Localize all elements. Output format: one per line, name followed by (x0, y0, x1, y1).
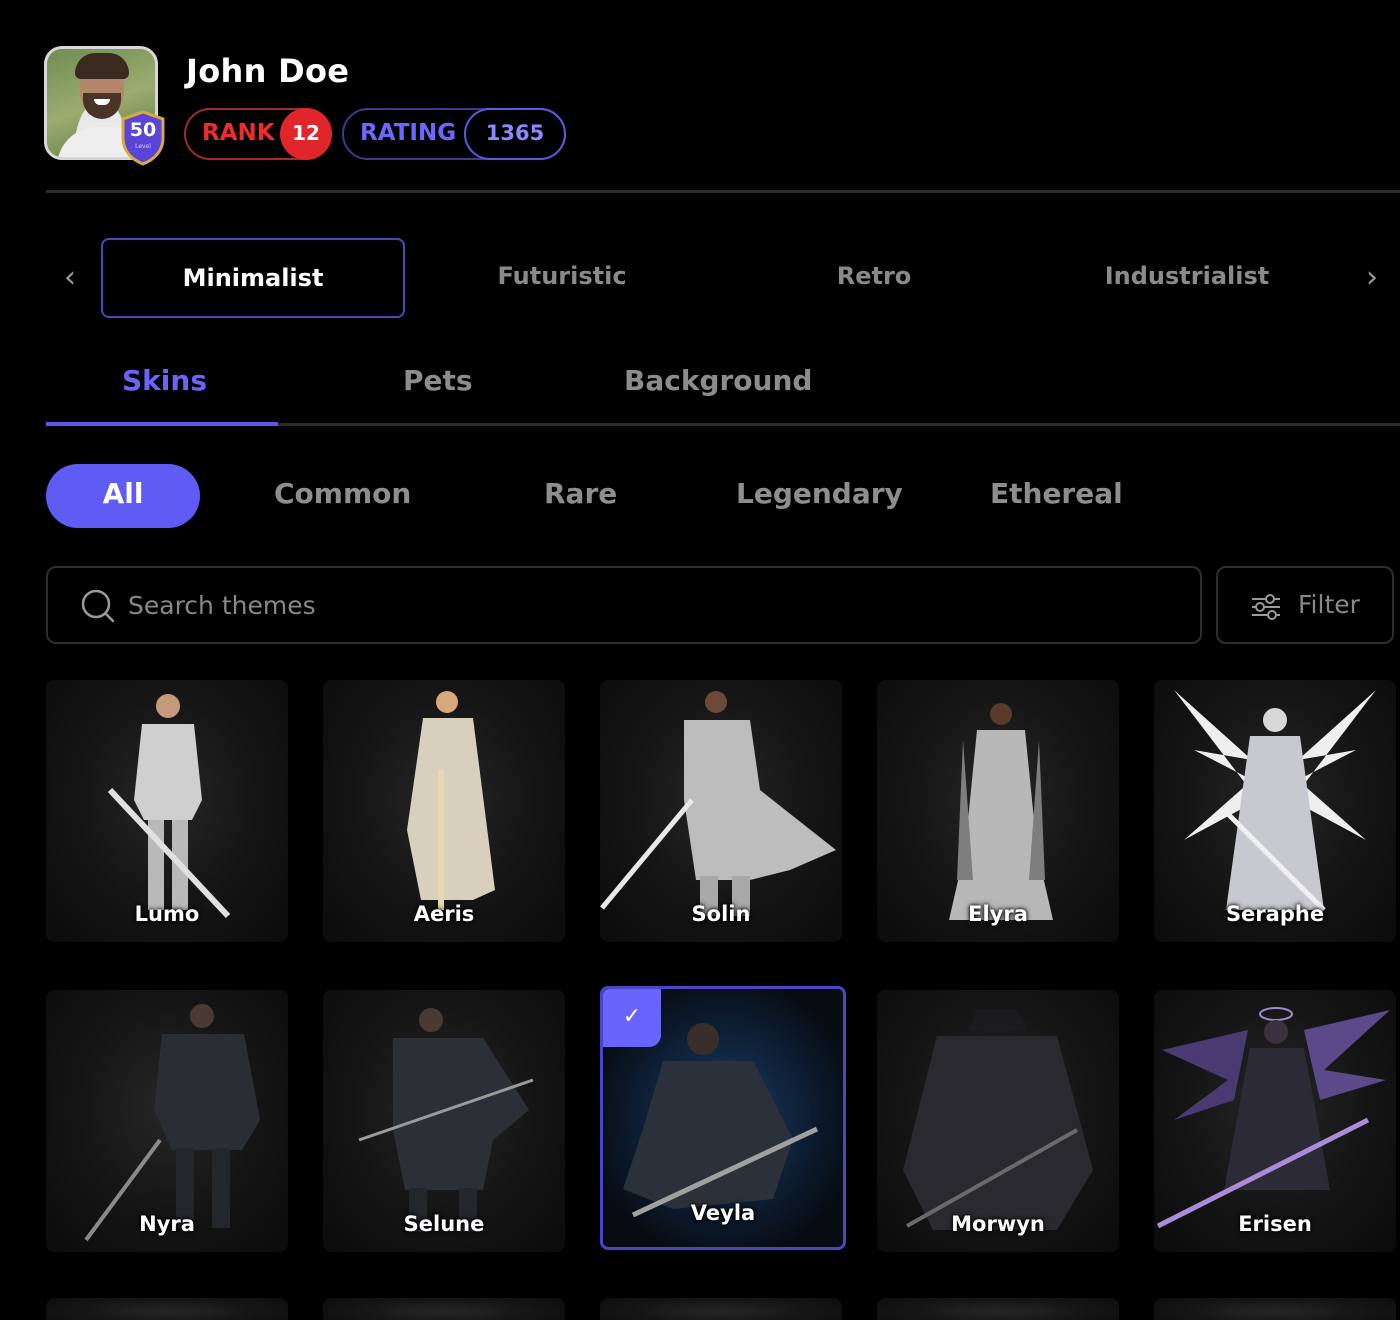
search-box (46, 566, 1202, 644)
skin-name: Solin (691, 902, 751, 926)
skin-card-partial[interactable] (323, 1298, 565, 1320)
rank-badge: RANK 12 (184, 108, 332, 160)
skin-card-veyla[interactable]: ✓ Veyla (600, 986, 846, 1250)
category-tabs: Skins Pets Background (46, 350, 1400, 430)
theme-tab-industrialist[interactable]: Industrialist (1035, 238, 1339, 318)
theme-carousel: ‹ Minimalist Futuristic Retro Industrial… (0, 238, 1400, 318)
chevron-right-icon[interactable]: › (1358, 262, 1386, 294)
skin-name: Selune (403, 1212, 485, 1236)
skin-card-solin[interactable]: Solin (600, 680, 842, 942)
chevron-left-icon[interactable]: ‹ (56, 262, 84, 294)
rank-label: RANK (202, 120, 275, 146)
skin-name: Erisen (1238, 1212, 1312, 1236)
skin-card-morwyn[interactable]: Morwyn (877, 990, 1119, 1252)
skin-name: Elyra (968, 902, 1028, 926)
skin-card-partial[interactable] (600, 1298, 842, 1320)
skin-name: Lumo (134, 902, 200, 926)
tab-pets[interactable]: Pets (403, 364, 473, 397)
rating-value: 1365 (464, 108, 566, 160)
skin-card-lumo[interactable]: Lumo (46, 680, 288, 942)
rating-badge: RATING 1365 (342, 108, 566, 160)
rarity-all[interactable]: All (46, 464, 200, 528)
level-shield-badge: 50 Level (120, 110, 166, 166)
skin-name: Nyra (139, 1212, 195, 1236)
skin-card-partial[interactable] (1154, 1298, 1396, 1320)
rarity-legendary[interactable]: Legendary (736, 464, 903, 528)
rarity-ethereal[interactable]: Ethereal (990, 464, 1123, 528)
skin-card-elyra[interactable]: Elyra (877, 680, 1119, 942)
checkmark-icon: ✓ (603, 989, 661, 1047)
skin-card-partial[interactable] (877, 1298, 1119, 1320)
theme-tab-futuristic[interactable]: Futuristic (410, 238, 714, 318)
skin-name: Aeris (413, 902, 475, 926)
username: John Doe (186, 52, 350, 90)
tab-skins[interactable]: Skins (122, 364, 207, 397)
theme-tab-retro[interactable]: Retro (722, 238, 1026, 318)
skin-name: Veyla (690, 1201, 756, 1225)
tab-background[interactable]: Background (624, 364, 812, 397)
skins-grid: Lumo Aeris Solin Elyra Seraphe Nyra Selu… (46, 680, 1400, 1320)
search-icon (81, 589, 115, 623)
filter-button[interactable]: Filter (1216, 566, 1394, 644)
active-tab-indicator (46, 422, 278, 426)
skin-card-aeris[interactable]: Aeris (323, 680, 565, 942)
filter-label: Filter (1298, 590, 1360, 619)
level-caption: Level (135, 143, 151, 150)
rarity-common[interactable]: Common (274, 464, 411, 528)
theme-tab-minimalist[interactable]: Minimalist (101, 238, 405, 318)
profile-header: 50 Level John Doe RANK 12 RATING 1365 (44, 46, 1400, 176)
skin-name: Morwyn (951, 1212, 1045, 1236)
rank-value: 12 (280, 108, 332, 160)
skin-name: Seraphe (1225, 902, 1325, 926)
skin-card-nyra[interactable]: Nyra (46, 990, 288, 1252)
level-value: 50 (129, 119, 157, 141)
skin-card-erisen[interactable]: Erisen (1154, 990, 1396, 1252)
skin-card-partial[interactable] (46, 1298, 288, 1320)
rating-label: RATING (360, 120, 457, 146)
skin-card-seraphe[interactable]: Seraphe (1154, 680, 1396, 942)
sliders-icon (1252, 594, 1280, 620)
search-input[interactable] (128, 582, 1168, 628)
header-divider (46, 190, 1400, 193)
rarity-filters: All Common Rare Legendary Ethereal (46, 464, 1400, 530)
skin-card-selune[interactable]: Selune (323, 990, 565, 1252)
rarity-rare[interactable]: Rare (544, 464, 617, 528)
